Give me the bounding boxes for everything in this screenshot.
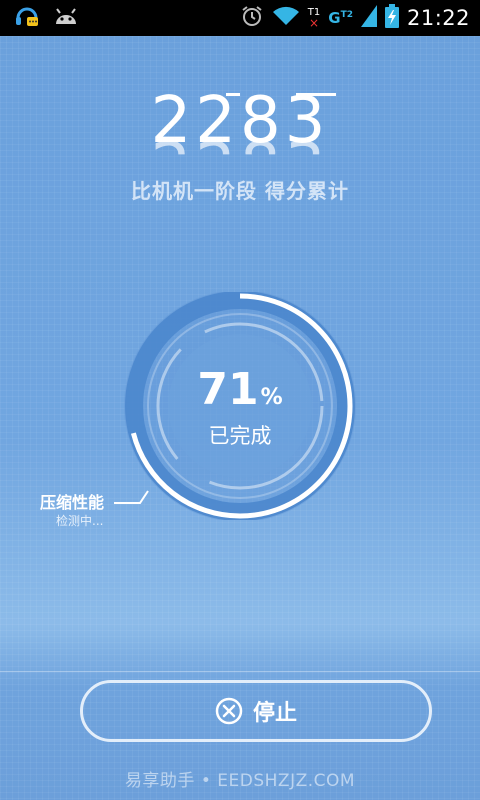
close-circle-icon xyxy=(215,697,243,725)
network-type: GT2 xyxy=(328,9,353,27)
current-test-name: 压缩性能 xyxy=(40,493,105,512)
status-time: 21:22 xyxy=(406,6,470,30)
progress-percent: 71% xyxy=(0,366,480,422)
score-caption: 比机机一阶段 得分累计 xyxy=(131,179,349,203)
progress-percent-unit: % xyxy=(260,385,283,410)
benchmark-screen: T1 × GT2 21:22 2283 2283 比机机一阶段 得分累计 71%… xyxy=(0,0,480,800)
sim-mark: × xyxy=(308,16,320,30)
headset-chat-icon xyxy=(14,5,40,35)
signal-icon xyxy=(360,5,377,31)
status-bar: T1 × GT2 21:22 xyxy=(0,0,480,36)
no-sim-icon: T1 × xyxy=(308,8,320,30)
network-label: G xyxy=(328,9,341,27)
score-value: 2283 xyxy=(150,84,330,158)
stop-button-label: 停止 xyxy=(252,701,297,726)
android-icon xyxy=(52,6,80,34)
current-test-status: 检测中... xyxy=(56,514,104,528)
bottom-divider xyxy=(0,671,480,672)
progress-percent-value: 71 xyxy=(197,364,259,415)
stop-button[interactable]: 停止 xyxy=(80,680,432,742)
network-sup: T2 xyxy=(340,10,353,20)
progress-status-label: 已完成 xyxy=(208,424,272,448)
footer-watermark: 易享助手 • EEDSHZJZ.COM xyxy=(124,771,356,791)
alarm-icon xyxy=(240,4,264,32)
battery-charging-icon xyxy=(384,4,399,32)
wifi-icon xyxy=(272,5,300,31)
test-pointer-line xyxy=(114,490,149,504)
